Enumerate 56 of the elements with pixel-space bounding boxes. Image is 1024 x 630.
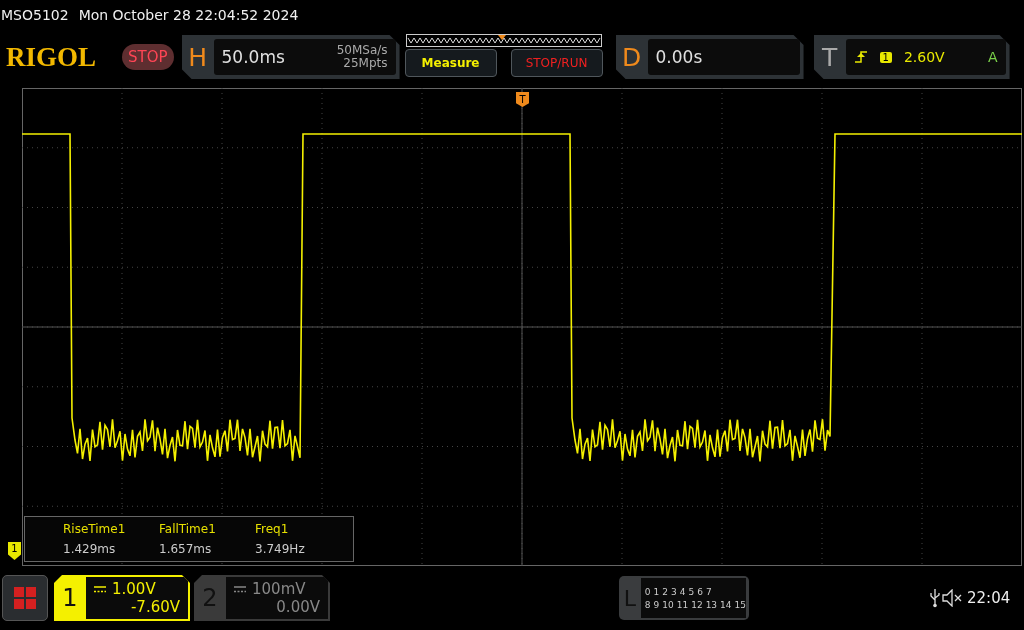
digital-channel-number: 15 [734,599,746,610]
digital-channel-number: 4 [679,586,686,597]
horizontal-panel[interactable]: H 50.0ms 50MSa/s 25Mpts [181,35,400,79]
softkey-button[interactable]: STOP/RUN [510,48,603,77]
trigger-panel[interactable]: T 1 2.60V A [813,35,1010,79]
digital-channel-number: 11 [676,599,689,610]
measurement-value: 3.749Hz [255,542,306,556]
channel-number: 1 [61,584,79,612]
delay-value: 0.00s [655,47,704,67]
brand-logo: RIGOL [6,41,98,73]
menu-button[interactable] [2,575,48,621]
digital-channel-number: 9 [653,599,660,610]
digital-channel-number: 13 [705,599,718,610]
timebase-value: 50.0ms [221,47,286,67]
delay-panel[interactable]: D 0.00s [615,35,804,79]
sample-rate: 50MSa/s [336,44,388,57]
dc-coupling-icon [234,585,246,593]
trigger-mode: A [987,49,998,65]
digital-channel-number: 10 [662,599,674,610]
clock: 22:04 [967,589,1011,607]
channel-scale: 1.00V [112,580,156,598]
date-time: Mon October 28 22:04:52 2024 [78,7,299,23]
model-name: MSO5102 [1,7,69,23]
digital-channel-number: 0 [644,586,651,597]
measurement-name: Freq1 [255,522,290,536]
trigger-letter: T [820,42,839,72]
digital-channel-number: 1 [653,586,660,597]
trigger-source-badge: 1 [879,51,892,63]
channel-offset-marker[interactable]: 1 [8,542,21,560]
rising-edge-icon [853,50,868,64]
measurement-name: FallTime1 [159,522,217,536]
measurement-name: RiseTime1 [63,522,127,536]
softkey-button[interactable]: Measure [404,48,497,77]
channel-offset: -7.60V [130,598,180,616]
trigger-level: 2.60V [903,49,946,65]
grid-icon [13,586,37,610]
digital-channel-number: 14 [720,599,732,610]
digital-channel-number: 5 [688,586,695,597]
memory-depth: 25Mpts [343,57,388,70]
digital-channel-number: 3 [671,586,677,597]
horizontal-letter: H [187,42,208,72]
speaker-muted-icon[interactable] [941,589,963,607]
digital-channel-number: 12 [691,599,703,610]
digital-channel-number: 8 [644,599,651,610]
run-state-badge: STOP [122,44,174,70]
delay-letter: D [620,42,643,72]
digital-channel-number: 2 [662,586,668,597]
digital-channel-number: 7 [705,586,712,597]
usb-icon [929,588,941,608]
channel-panel[interactable]: 1 1.00V -7.60V [54,575,190,621]
digital-channel-number: 6 [697,586,703,597]
measurement-value: 1.429ms [63,542,117,556]
dc-coupling-icon [94,585,106,593]
channel-offset: 0.00V [276,598,320,616]
channel-scale: 100mV [252,580,306,598]
measurement-value: 1.657ms [159,542,213,556]
